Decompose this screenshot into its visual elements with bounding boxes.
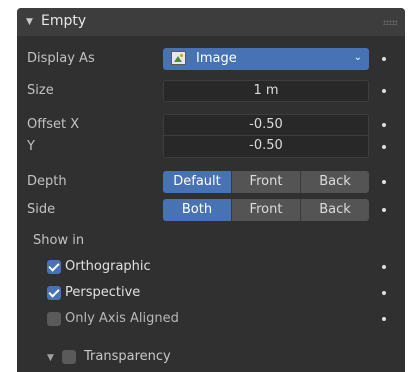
side-label: Side <box>27 202 56 217</box>
side-option-both[interactable]: Both <box>163 199 231 221</box>
side-selector: Both Front Back <box>163 199 369 221</box>
image-icon <box>171 51 186 65</box>
depth-option-front[interactable]: Front <box>231 171 300 193</box>
depth-option-back[interactable]: Back <box>300 171 369 193</box>
panel-title: Empty <box>41 13 87 29</box>
animate-dot-icon[interactable] <box>382 145 386 149</box>
only-axis-aligned-checkbox[interactable] <box>47 312 61 326</box>
side-option-back[interactable]: Back <box>300 199 369 221</box>
depth-option-default[interactable]: Default <box>163 171 231 193</box>
orthographic-label[interactable]: Orthographic <box>65 259 151 274</box>
size-label: Size <box>27 83 54 98</box>
display-as-row: Display As Image ⌄ <box>17 48 405 70</box>
display-as-dropdown[interactable]: Image ⌄ <box>163 48 369 70</box>
animate-dot-icon[interactable] <box>382 89 386 93</box>
animate-dot-icon[interactable] <box>382 180 386 184</box>
size-row: Size 1 m <box>17 80 405 102</box>
perspective-label[interactable]: Perspective <box>65 285 140 300</box>
animate-dot-icon[interactable] <box>382 291 386 295</box>
only-axis-aligned-label[interactable]: Only Axis Aligned <box>65 311 179 326</box>
drag-grip-icon[interactable] <box>383 20 397 25</box>
empty-properties-panel: ▼ Empty Display As Image ⌄ Size 1 m Offs… <box>17 8 405 372</box>
orthographic-checkbox[interactable] <box>47 260 61 274</box>
depth-row: Depth Default Front Back <box>17 171 405 193</box>
side-row: Side Both Front Back <box>17 199 405 221</box>
expand-triangle-icon[interactable]: ▼ <box>47 353 54 363</box>
offset-y-row: Y -0.50 <box>17 136 405 158</box>
animate-dot-icon[interactable] <box>382 123 386 127</box>
animate-dot-icon[interactable] <box>382 265 386 269</box>
transparency-label[interactable]: Transparency <box>84 349 171 364</box>
offset-x-field[interactable]: -0.50 <box>163 114 369 136</box>
offset-y-label: Y <box>27 139 35 154</box>
side-option-front[interactable]: Front <box>231 199 300 221</box>
animate-dot-icon[interactable] <box>382 57 386 61</box>
show-in-label: Show in <box>33 233 85 248</box>
offset-x-row: Offset X -0.50 <box>17 114 405 136</box>
transparency-checkbox[interactable] <box>62 350 76 364</box>
chevron-down-icon: ⌄ <box>353 52 362 63</box>
offset-y-field[interactable]: -0.50 <box>163 136 369 158</box>
display-as-value: Image <box>196 51 237 66</box>
depth-selector: Default Front Back <box>163 171 369 193</box>
panel-header[interactable]: ▼ Empty <box>17 8 405 36</box>
display-as-label: Display As <box>27 51 95 66</box>
offset-x-label: Offset X <box>27 117 80 132</box>
depth-label: Depth <box>27 174 67 189</box>
animate-dot-icon[interactable] <box>382 208 386 212</box>
size-field[interactable]: 1 m <box>163 80 369 102</box>
animate-dot-icon[interactable] <box>382 317 386 321</box>
collapse-triangle-icon[interactable]: ▼ <box>26 17 33 27</box>
perspective-checkbox[interactable] <box>47 286 61 300</box>
